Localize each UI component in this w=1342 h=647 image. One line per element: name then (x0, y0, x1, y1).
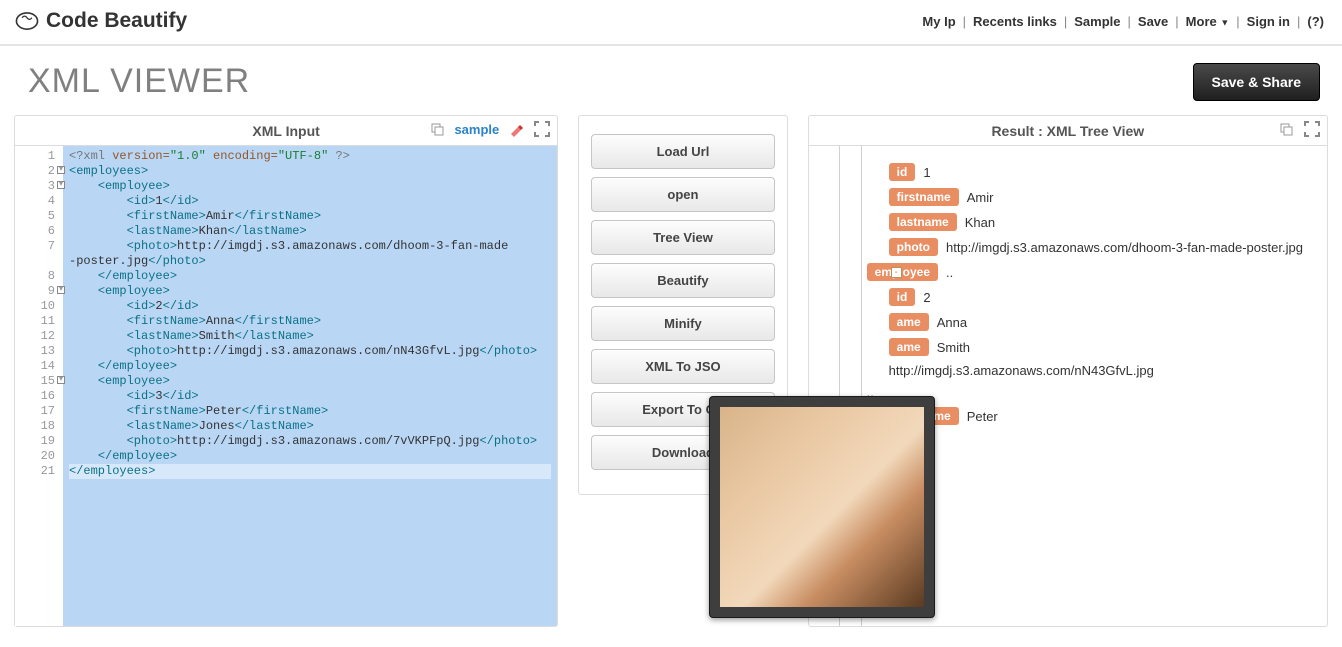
tree-node-value: Peter (967, 409, 998, 424)
tree-node-value: Anna (937, 315, 967, 330)
input-panel: XML Input sample 12▾3▾456789▾10111213141… (14, 115, 558, 627)
fold-toggle[interactable]: ▾ (57, 166, 65, 174)
tree-node-value: Khan (965, 215, 995, 230)
clear-icon[interactable] (507, 120, 525, 138)
tree-node[interactable]: ame Anna (889, 313, 1319, 331)
fold-toggle[interactable]: ▾ (57, 286, 65, 294)
tree-node-value: .. (946, 265, 953, 280)
tree-node[interactable]: id 2 (889, 288, 1319, 306)
tree-node[interactable]: firstname Amir (889, 188, 1319, 206)
tree-node[interactable]: id 1 (889, 163, 1319, 181)
image-preview-tooltip (709, 396, 935, 618)
nav-link[interactable]: My Ip (918, 14, 959, 29)
tree-node-value: Amir (967, 190, 994, 205)
nav-link[interactable]: Sample (1070, 14, 1124, 29)
nav-link[interactable]: Sign in (1243, 14, 1294, 29)
tree-tag-badge: ame (889, 338, 929, 356)
action-tree-view[interactable]: Tree View (591, 220, 774, 255)
nav-link[interactable]: Recents links (969, 14, 1061, 29)
fullscreen-icon[interactable] (533, 120, 551, 138)
nav-link[interactable]: More ▼ (1182, 14, 1234, 29)
brain-icon (14, 8, 40, 34)
action-beautify[interactable]: Beautify (591, 263, 774, 298)
tree-node-value: 1 (923, 165, 930, 180)
action-open[interactable]: open (591, 177, 774, 212)
tree-tag-badge: ame (889, 313, 929, 331)
action-minify[interactable]: Minify (591, 306, 774, 341)
tree-tag-badge: lastname (889, 213, 957, 231)
copy-result-icon[interactable] (1277, 120, 1295, 138)
tree-node[interactable]: firstnamePeter (889, 407, 1319, 425)
tree-tag-badge: employee (867, 263, 938, 281)
tree-node[interactable]: lastname Khan (889, 213, 1319, 231)
tree-node[interactable]: http://imgdj.s3.amazonaws.com/nN43GfvL.j… (889, 363, 1319, 378)
tree-tag-badge: id (889, 163, 916, 181)
nav-link[interactable]: (?) (1303, 14, 1328, 29)
tree-node[interactable]: -employee.. (867, 263, 1319, 281)
result-panel-title: Result : XML Tree View (991, 123, 1144, 139)
tree-node[interactable]: photo http://imgdj.s3.amazonaws.com/dhoom… (889, 238, 1319, 256)
tree-node-value: http://imgdj.s3.amazonaws.com/dhoom-3-fa… (946, 240, 1303, 255)
brand-text: Code Beautify (46, 9, 187, 33)
tree-node-value: Smith (937, 340, 970, 355)
preview-image (720, 407, 924, 607)
fullscreen-result-icon[interactable] (1303, 120, 1321, 138)
action-load-url[interactable]: Load Url (591, 134, 774, 169)
action-xml-to-jso[interactable]: XML To JSO (591, 349, 774, 384)
tree-tag-badge: photo (889, 238, 938, 256)
tree-node[interactable]: ame Smith (889, 338, 1319, 356)
fold-toggle[interactable]: ▾ (57, 181, 65, 189)
nav-link[interactable]: Save (1134, 14, 1172, 29)
copy-icon[interactable] (428, 120, 446, 138)
save-share-button[interactable]: Save & Share (1193, 63, 1321, 101)
page-title: XML VIEWER (28, 62, 250, 101)
tree-tag-badge: firstname (889, 188, 959, 206)
tree-node-value: http://imgdj.s3.amazonaws.com/nN43GfvL.j… (889, 363, 1154, 378)
tree-node-value: 2 (923, 290, 930, 305)
collapse-toggle[interactable]: - (891, 267, 902, 278)
brand-logo[interactable]: Code Beautify (14, 8, 187, 34)
sample-link[interactable]: sample (454, 122, 499, 137)
top-nav: My Ip|Recents links|Sample|Save|More ▼|S… (918, 14, 1328, 29)
fold-toggle[interactable]: ▾ (57, 376, 65, 384)
input-panel-title: XML Input (252, 123, 319, 139)
tree-tag-badge: id (889, 288, 916, 306)
xml-editor[interactable]: 12▾3▾456789▾101112131415▾161718192021 <?… (15, 146, 557, 626)
